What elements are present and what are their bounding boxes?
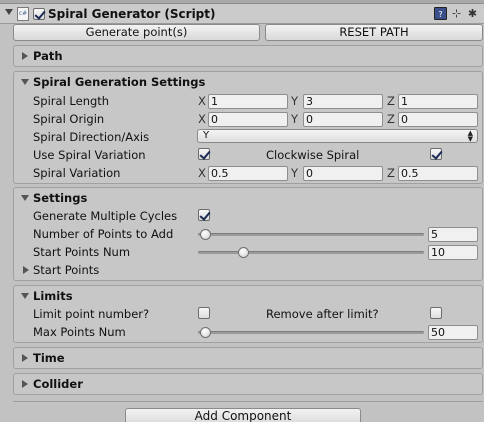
z-label: Z <box>387 94 395 108</box>
points-to-add-slider-thumb[interactable] <box>199 229 211 240</box>
spiral-length-x-field[interactable]: 1 <box>208 94 288 109</box>
limit-point-number-label: Limit point number? <box>33 307 150 321</box>
spiral-origin-x-field[interactable]: 0 <box>208 112 288 127</box>
section-title: Spiral Generation Settings <box>33 75 206 89</box>
limit-point-number-checkbox[interactable] <box>198 307 210 319</box>
generate-points-button[interactable]: Generate point(s) <box>13 24 260 41</box>
spiral-variation-z-field[interactable]: 0.5 <box>398 166 478 181</box>
start-points-num-field[interactable]: 10 <box>428 245 478 260</box>
start-points-num-slider-track[interactable] <box>198 251 424 254</box>
book-icon[interactable]: ? <box>434 7 447 20</box>
component-title: Spiral Generator (Script) <box>48 7 216 21</box>
reset-path-button[interactable]: RESET PATH <box>265 24 483 41</box>
add-component-button[interactable]: Add Component <box>125 408 361 422</box>
spiral-direction-label: Spiral Direction/Axis <box>33 130 150 144</box>
preset-icon[interactable]: ⊹ <box>450 7 463 20</box>
remove-after-limit-checkbox[interactable] <box>430 307 442 319</box>
script-icon: c# <box>17 7 29 21</box>
spiral-length-y-field[interactable]: 3 <box>303 94 383 109</box>
section-title: Time <box>33 351 65 365</box>
multiple-cycles-label: Generate Multiple Cycles <box>33 209 178 223</box>
remove-after-limit-label: Remove after limit? <box>266 307 379 321</box>
foldout-arrow-icon[interactable] <box>5 9 13 15</box>
start-points-foldout-icon[interactable] <box>23 266 29 274</box>
section-title: Collider <box>33 377 83 391</box>
spiral-variation-y-field[interactable]: 0 <box>303 166 383 181</box>
foldout-expanded-icon[interactable] <box>21 293 29 299</box>
y-label: Y <box>291 112 299 126</box>
z-label: Z <box>387 166 395 180</box>
max-points-num-slider-track[interactable] <box>198 331 424 334</box>
x-label: X <box>198 112 206 126</box>
clockwise-checkbox[interactable] <box>430 148 442 160</box>
gear-icon[interactable]: ✱ <box>466 7 479 20</box>
dropdown-value: Y <box>203 130 210 141</box>
section-title: Limits <box>33 289 73 303</box>
limits-section: Limits Limit point number? Remove after … <box>13 285 483 343</box>
multiple-cycles-checkbox[interactable] <box>198 209 210 221</box>
foldout-collapsed-icon[interactable] <box>22 380 28 388</box>
spiral-origin-label: Spiral Origin <box>33 112 105 126</box>
section-title: Path <box>33 49 63 63</box>
component-header[interactable]: c# Spiral Generator (Script) ? ⊹ ✱ <box>0 4 484 24</box>
header-icons: ? ⊹ ✱ <box>430 7 480 21</box>
y-label: Y <box>291 94 299 108</box>
component-enabled-checkbox[interactable] <box>33 8 45 20</box>
y-label: Y <box>291 166 299 180</box>
foldout-collapsed-icon[interactable] <box>22 52 28 60</box>
dropdown-arrows-icon: ▲ ▼ <box>467 129 473 143</box>
divider <box>13 401 483 402</box>
spiral-origin-y-field[interactable]: 0 <box>303 112 383 127</box>
points-to-add-field[interactable]: 5 <box>428 227 478 242</box>
start-points-num-label: Start Points Num <box>33 245 131 259</box>
foldout-expanded-icon[interactable] <box>21 79 29 85</box>
spiral-origin-z-field[interactable]: 0 <box>398 112 478 127</box>
use-variation-checkbox[interactable] <box>198 148 210 160</box>
spiral-length-label: Spiral Length <box>33 94 110 108</box>
clockwise-label: Clockwise Spiral <box>266 148 360 162</box>
section-title: Settings <box>33 191 88 205</box>
max-points-num-slider-thumb[interactable] <box>199 327 211 338</box>
time-section[interactable]: Time <box>13 347 483 369</box>
max-points-num-field[interactable]: 50 <box>428 325 478 340</box>
collider-section[interactable]: Collider <box>13 373 483 395</box>
spiral-length-z-field[interactable]: 1 <box>398 94 478 109</box>
foldout-collapsed-icon[interactable] <box>22 354 28 362</box>
settings-section: Settings Generate Multiple Cycles Number… <box>13 187 483 281</box>
x-label: X <box>198 166 206 180</box>
spiral-direction-dropdown[interactable]: Y ▲ ▼ <box>197 129 478 143</box>
start-points-num-slider-thumb[interactable] <box>238 247 250 258</box>
path-section[interactable]: Path <box>13 45 483 67</box>
start-points-foldout[interactable]: Start Points <box>33 263 99 277</box>
x-label: X <box>198 94 206 108</box>
points-to-add-label: Number of Points to Add <box>33 227 174 241</box>
max-points-num-label: Max Points Num <box>33 325 126 339</box>
z-label: Z <box>387 112 395 126</box>
spiral-variation-x-field[interactable]: 0.5 <box>208 166 288 181</box>
foldout-expanded-icon[interactable] <box>21 195 29 201</box>
points-to-add-slider-track[interactable] <box>198 233 424 236</box>
use-variation-label: Use Spiral Variation <box>33 148 146 162</box>
spiral-variation-label: Spiral Variation <box>33 166 121 180</box>
spiral-settings-section: Spiral Generation Settings Spiral Length… <box>13 71 483 184</box>
